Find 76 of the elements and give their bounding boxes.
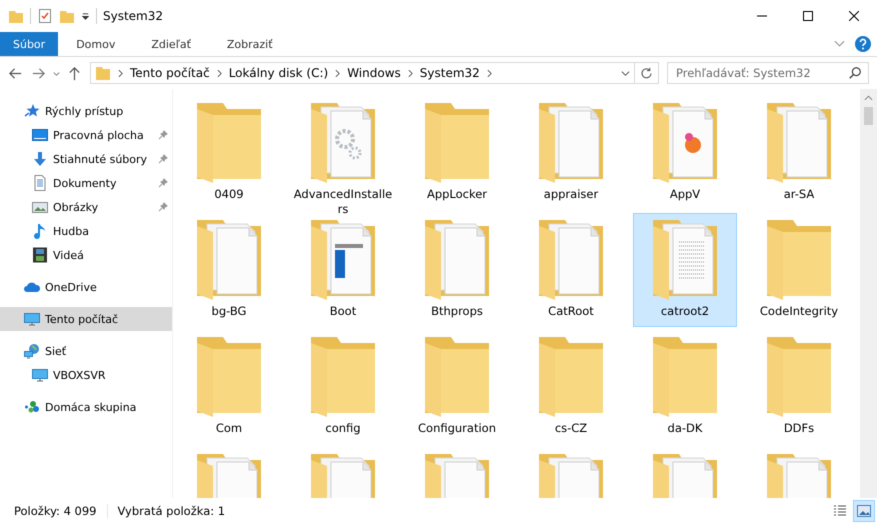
folder-item[interactable]: Configuration: [405, 330, 509, 444]
sidebar-item[interactable]: Domáca skupina: [0, 395, 172, 419]
folder-item[interactable]: config: [291, 330, 395, 444]
down-arrow-icon: [32, 151, 48, 167]
folder-item[interactable]: CatRoot: [519, 213, 623, 327]
desktop-icon: [32, 127, 48, 143]
folder-item[interactable]: catroot2: [633, 213, 737, 327]
folder-item[interactable]: DDFs: [747, 330, 851, 444]
close-icon: [849, 11, 859, 21]
sidebar-item[interactable]: Sieť: [0, 339, 172, 363]
breadcrumb-item[interactable]: Windows: [347, 66, 401, 80]
back-arrow-icon[interactable]: [8, 66, 23, 80]
chevron-right-icon[interactable]: [486, 68, 492, 78]
picture-icon: [32, 199, 48, 215]
folder-item[interactable]: 0409: [177, 96, 281, 210]
folder-item[interactable]: cs-CZ: [519, 330, 623, 444]
chevron-down-icon[interactable]: [621, 68, 630, 78]
breadcrumb-item[interactable]: System32: [420, 66, 480, 80]
ribbon-tab[interactable]: Súbor: [0, 32, 58, 56]
ribbon-tab[interactable]: Domov: [58, 32, 134, 56]
folder-item[interactable]: Boot: [291, 213, 395, 327]
ribbon-tab[interactable]: Zdieľať: [133, 32, 209, 56]
folder-item[interactable]: AppLocker: [405, 96, 509, 210]
chevron-right-icon: [118, 68, 123, 78]
large-icons-view-button[interactable]: [853, 500, 875, 522]
breadcrumb-item[interactable]: Tento počítač: [130, 66, 210, 80]
document-icon: [32, 175, 48, 191]
forward-arrow-icon[interactable]: [31, 66, 46, 80]
folder-item[interactable]: da-DK: [633, 330, 737, 444]
homegroup-icon: [24, 399, 40, 415]
search-field[interactable]: Prehľadávať: System32: [667, 62, 869, 84]
computer-icon: [24, 311, 40, 327]
folder-icon: [95, 65, 111, 81]
refresh-button[interactable]: [635, 62, 659, 84]
selection-count: Vybratá položka: 1: [106, 504, 236, 518]
properties-icon[interactable]: [37, 8, 53, 24]
window-title: System32: [103, 9, 164, 23]
up-arrow-icon[interactable]: [67, 66, 82, 80]
scroll-up-icon[interactable]: [864, 95, 873, 101]
address-field[interactable]: Tento počítač Lokálny disk (C:) Windows System32: [90, 62, 635, 84]
breadcrumb-item[interactable]: Lokálny disk (C:): [228, 66, 328, 80]
network-icon: [24, 343, 40, 359]
vertical-scrollbar[interactable]: [860, 89, 877, 498]
details-list-icon: [833, 504, 847, 518]
folder-item[interactable]: AppV: [633, 96, 737, 210]
chevron-right-icon[interactable]: [408, 68, 413, 78]
folder-item[interactable]: ar-SA: [747, 96, 851, 210]
sidebar-item[interactable]: Dokumenty: [0, 171, 172, 195]
sidebar-item[interactable]: Stiahnuté súbory: [0, 147, 172, 171]
help-icon[interactable]: [855, 36, 871, 52]
item-count: Položky: 4 099: [14, 504, 98, 518]
dropdown-icon[interactable]: [81, 12, 90, 20]
computer-icon: [32, 367, 48, 383]
star-icon: [24, 103, 40, 119]
chevron-right-icon[interactable]: [216, 68, 222, 78]
sidebar-item[interactable]: Tento počítač: [0, 307, 172, 331]
folder-item[interactable]: Bthprops: [405, 213, 509, 327]
sidebar-item[interactable]: Pracovná plocha: [0, 123, 172, 147]
ribbon-tab[interactable]: Zobraziť: [208, 32, 291, 56]
folder-item[interactable]: CodeIntegrity: [747, 213, 851, 327]
folder-item[interactable]: Com: [177, 330, 281, 444]
search-icon: [848, 66, 862, 80]
maximize-icon: [803, 11, 813, 21]
folder-item[interactable]: bg-BG: [177, 213, 281, 327]
folder-item[interactable]: appraiser: [519, 96, 623, 210]
sidebar-item[interactable]: VBOXSVR: [0, 363, 172, 387]
sidebar-item[interactable]: Rýchly prístup: [0, 99, 172, 123]
chevron-right-icon[interactable]: [335, 68, 340, 78]
picture-icon: [857, 504, 871, 518]
film-icon: [32, 247, 48, 263]
sidebar-item[interactable]: Hudba: [0, 219, 172, 243]
scrollbar-thumb[interactable]: [864, 107, 873, 125]
refresh-icon: [640, 66, 653, 80]
sidebar-item[interactable]: OneDrive: [0, 275, 172, 299]
sidebar-item[interactable]: Obrázky: [0, 195, 172, 219]
sidebar-item[interactable]: Videá: [0, 243, 172, 267]
